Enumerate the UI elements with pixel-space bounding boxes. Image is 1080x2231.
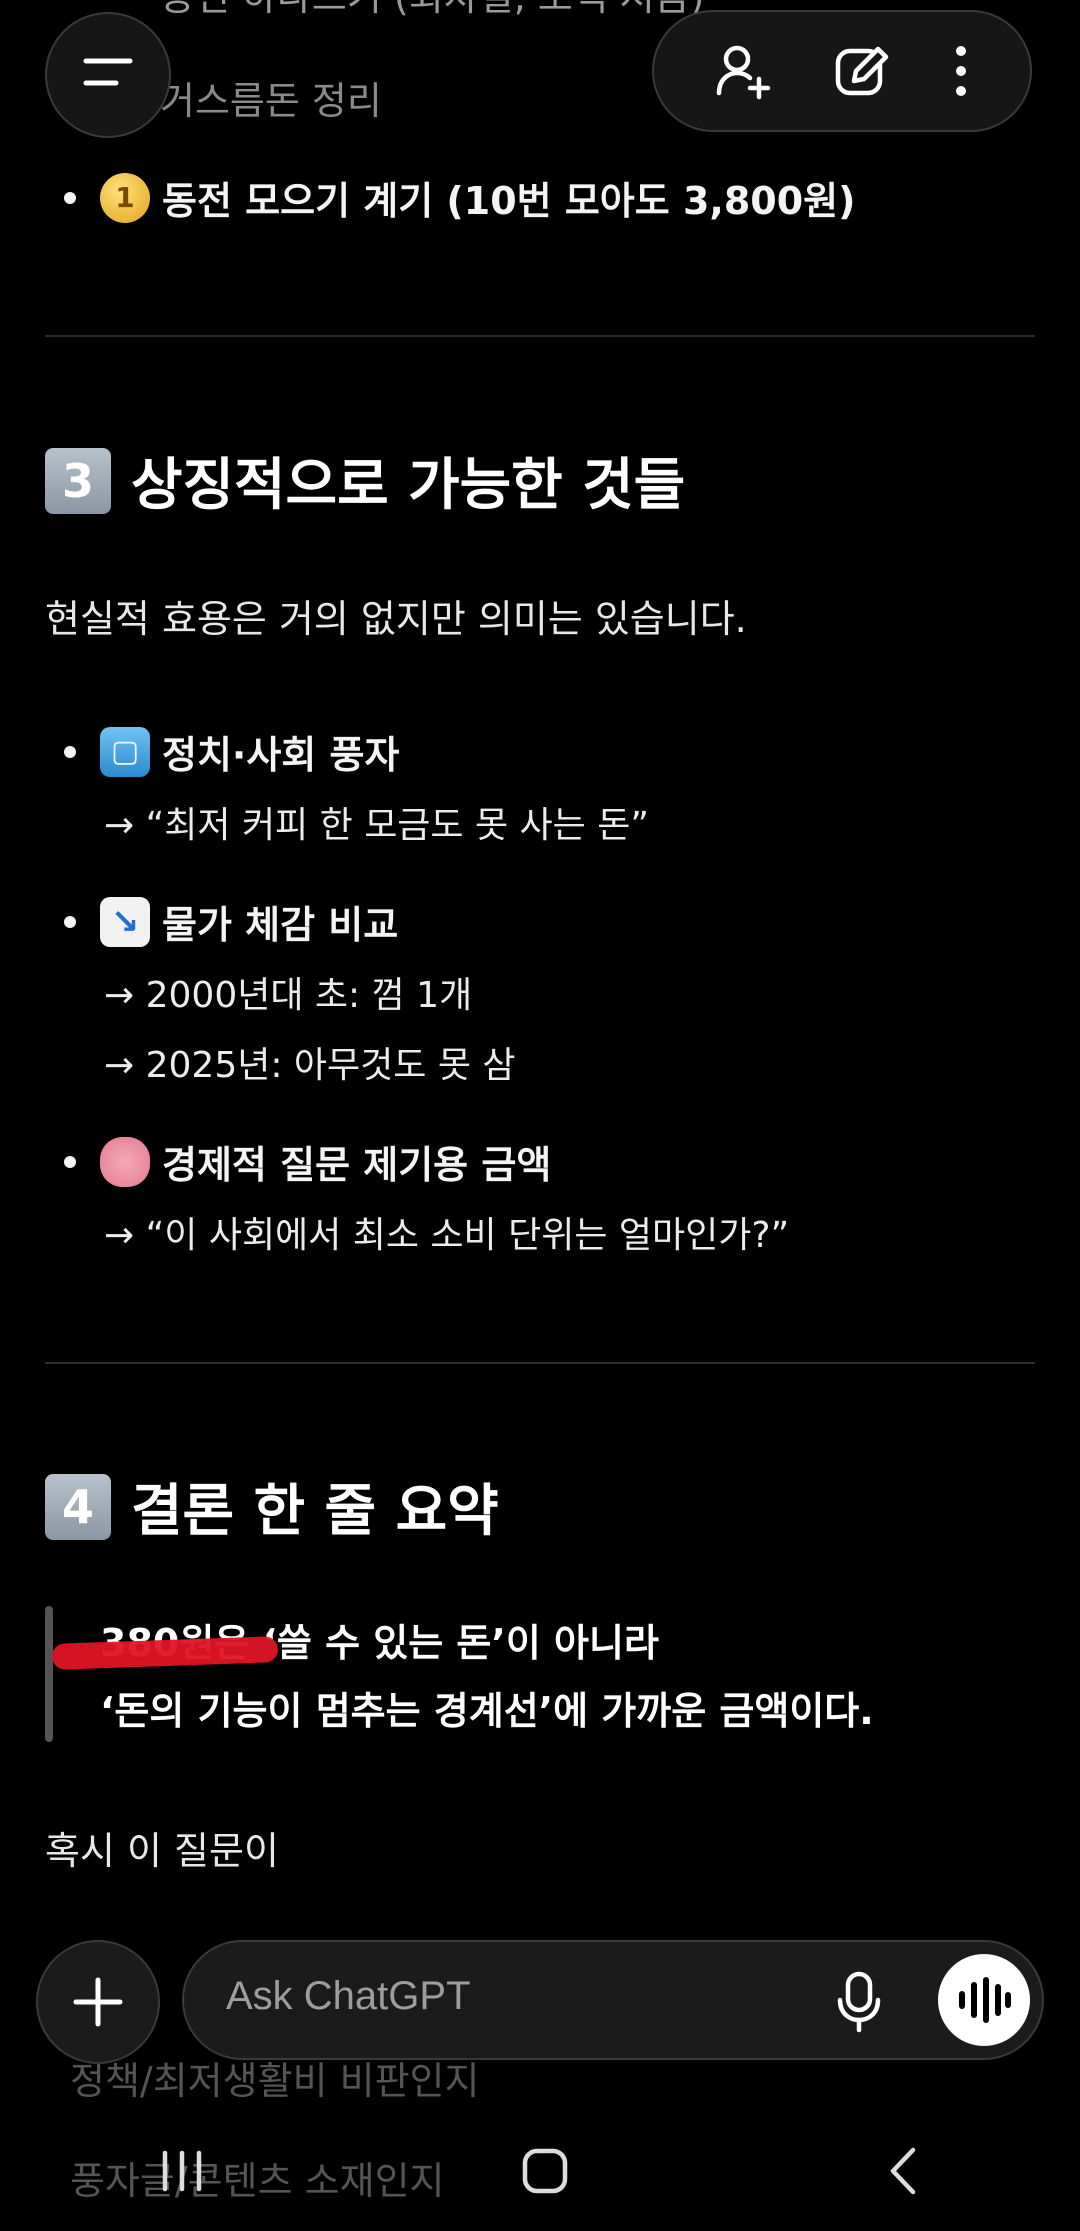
paragraph: 혹시 이 질문이	[45, 1829, 279, 1873]
section-heading: 3 상징적으로 가능한 것들	[45, 440, 685, 521]
list-item: ↘ 물가 체감 비교	[58, 894, 398, 949]
chart-decreasing-icon: ↘	[100, 896, 150, 947]
list-item-detail: → “최저 커피 한 모금도 못 사는 돈”	[104, 805, 650, 846]
add-attachment-button[interactable]	[36, 1940, 160, 2064]
edit-icon[interactable]	[832, 41, 892, 101]
list-item-title: 경제적 질문 제기용 금액	[162, 1143, 552, 1187]
bullet-dot	[64, 1155, 76, 1168]
paragraph: 현실적 효용은 거의 없지만 의미는 있습니다.	[45, 597, 747, 641]
list-item-detail: → 2000년대 초: 껌 1개	[104, 975, 473, 1016]
add-person-icon[interactable]	[713, 41, 773, 101]
header-actions	[652, 10, 1032, 132]
partial-text-line: 동전 하나쓰기 (회차질, 소액 저금)	[160, 0, 705, 21]
section-title: 결론 한 줄 요약	[131, 1479, 499, 1544]
list-item-detail: → “이 사회에서 최소 소비 단위는 얼마인가?”	[104, 1215, 790, 1256]
list-item: ▢ 정치·사회 풍자	[58, 724, 399, 779]
list-item-text: 동전 모으기 계기 (10번 모아도 3,800원)	[162, 179, 856, 223]
blockquote-bar	[45, 1606, 53, 1742]
voice-mode-button[interactable]	[938, 1954, 1030, 2046]
quote-line: ‘돈의 기능이 멈추는 경계선’에 가까운 금액이다.	[100, 1689, 874, 1733]
section-heading: 4 결론 한 줄 요약	[45, 1466, 499, 1547]
partial-text-line: 거스름돈 정리	[160, 79, 382, 123]
bullet-dot	[64, 191, 76, 204]
plus-icon	[73, 1977, 123, 2027]
keycap-number-icon: 4	[45, 1473, 111, 1540]
home-icon[interactable]	[520, 2146, 570, 2196]
list-item: 경제적 질문 제기용 금액	[58, 1134, 551, 1189]
keycap-number-icon: 3	[45, 447, 111, 514]
recent-apps-icon[interactable]	[157, 2149, 207, 2193]
coin-icon: 1	[100, 172, 150, 223]
message-input[interactable]: Ask ChatGPT	[182, 1940, 1044, 2060]
divider	[45, 335, 1035, 337]
ballot-box-icon: ▢	[100, 726, 150, 777]
divider	[45, 1362, 1035, 1364]
back-icon[interactable]	[883, 2146, 923, 2196]
bullet-dot	[64, 745, 76, 758]
list-item-detail: → 2025년: 아무것도 못 삼	[104, 1045, 516, 1086]
menu-icon	[83, 58, 133, 86]
brain-icon	[100, 1136, 150, 1187]
system-nav-bar	[0, 2110, 1080, 2231]
voice-mode-icon	[959, 1977, 1011, 2023]
input-placeholder: Ask ChatGPT	[226, 1974, 471, 2018]
list-item-title: 정치·사회 풍자	[162, 733, 400, 777]
section-title: 상징적으로 가능한 것들	[131, 453, 686, 518]
list-item-title: 물가 체감 비교	[162, 903, 399, 947]
mic-icon[interactable]	[834, 1970, 884, 2034]
bullet-dot	[64, 915, 76, 928]
list-item: 1 동전 모으기 계기 (10번 모아도 3,800원)	[58, 170, 855, 225]
menu-button[interactable]	[45, 12, 171, 138]
more-vertical-icon[interactable]	[951, 41, 971, 101]
